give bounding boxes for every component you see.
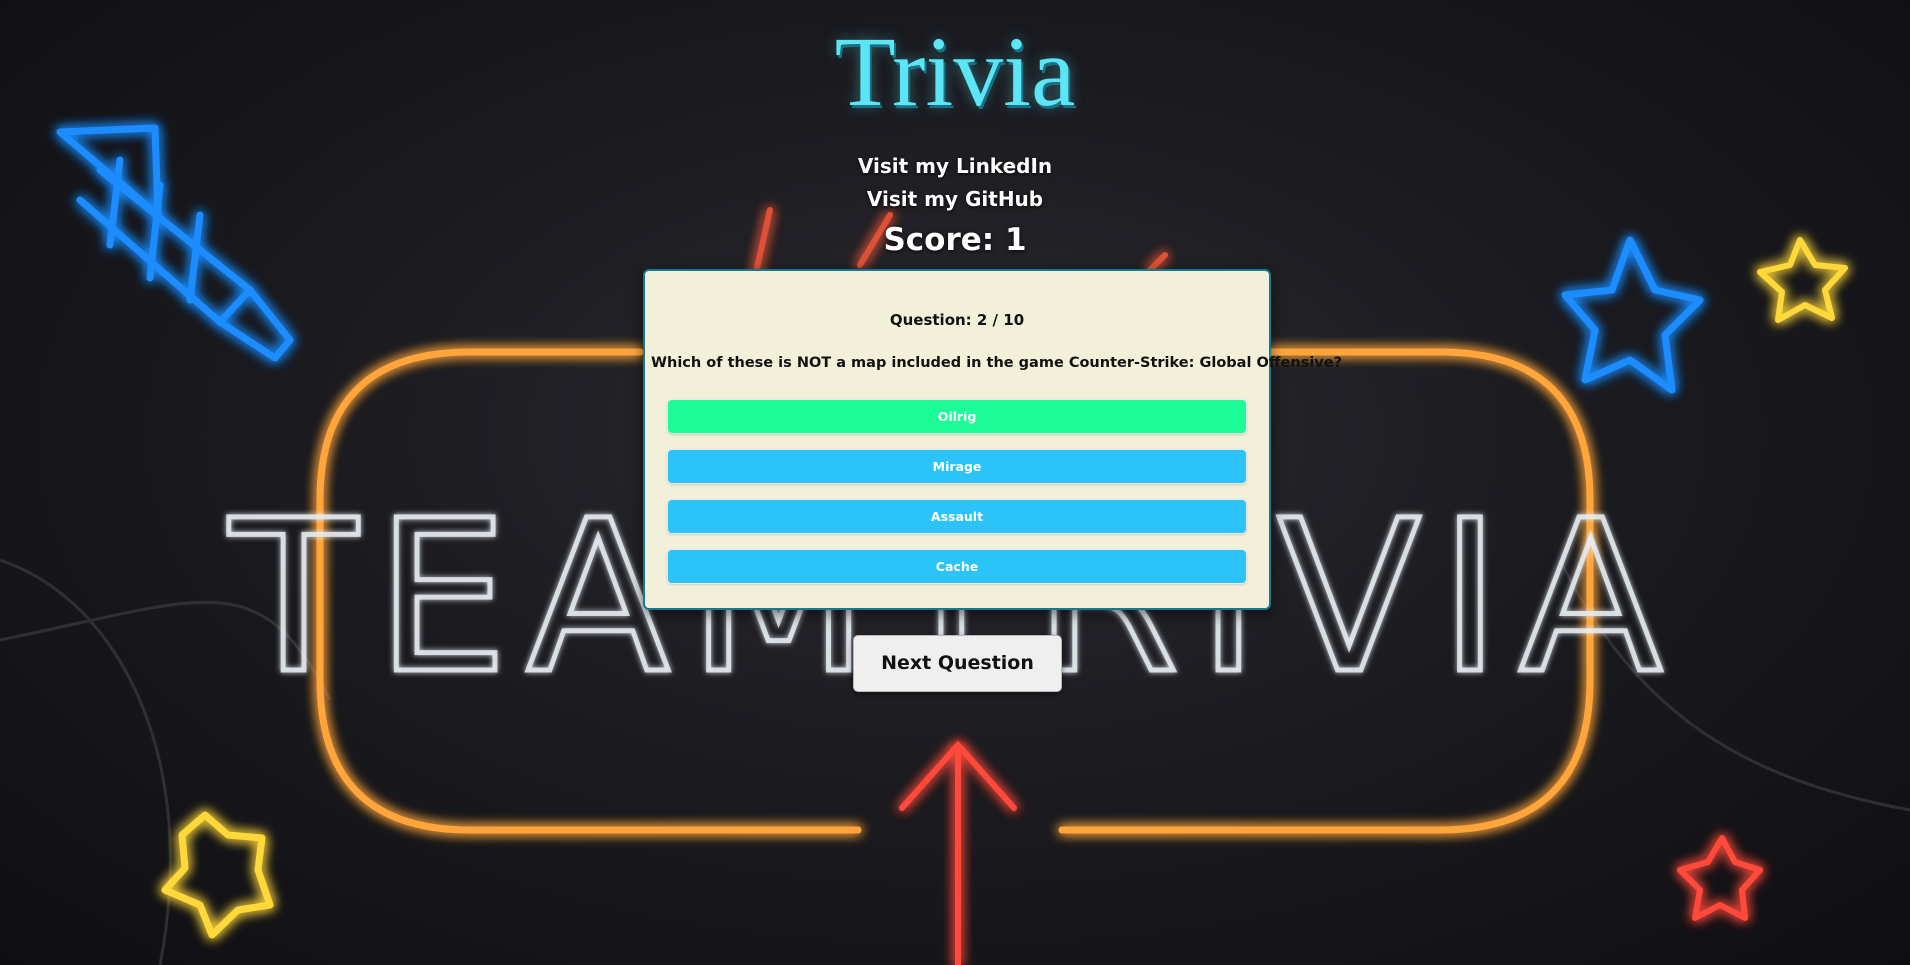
page-title: Trivia	[834, 16, 1076, 127]
answer-list: Oilrig Mirage Assault Cache	[667, 399, 1247, 599]
github-link[interactable]: Visit my GitHub	[0, 183, 1910, 216]
answer-button-cache[interactable]: Cache	[667, 549, 1247, 584]
quiz-card: Question: 2 / 10 Which of these is NOT a…	[643, 269, 1342, 610]
score-display: Score: 1	[883, 222, 1027, 258]
question-text: Which of these is NOT a map included in …	[651, 355, 1342, 371]
page-content: Trivia Visit my LinkedIn Visit my GitHub…	[0, 0, 1910, 965]
answer-button-assault[interactable]: Assault	[667, 499, 1247, 534]
linkedin-link[interactable]: Visit my LinkedIn	[0, 150, 1910, 183]
social-links: Visit my LinkedIn Visit my GitHub	[0, 150, 1910, 216]
next-question-button[interactable]: Next Question	[853, 635, 1062, 692]
answer-button-mirage[interactable]: Mirage	[667, 449, 1247, 484]
question-counter: Question: 2 / 10	[889, 311, 1025, 329]
answer-button-oilrig[interactable]: Oilrig	[667, 399, 1247, 434]
